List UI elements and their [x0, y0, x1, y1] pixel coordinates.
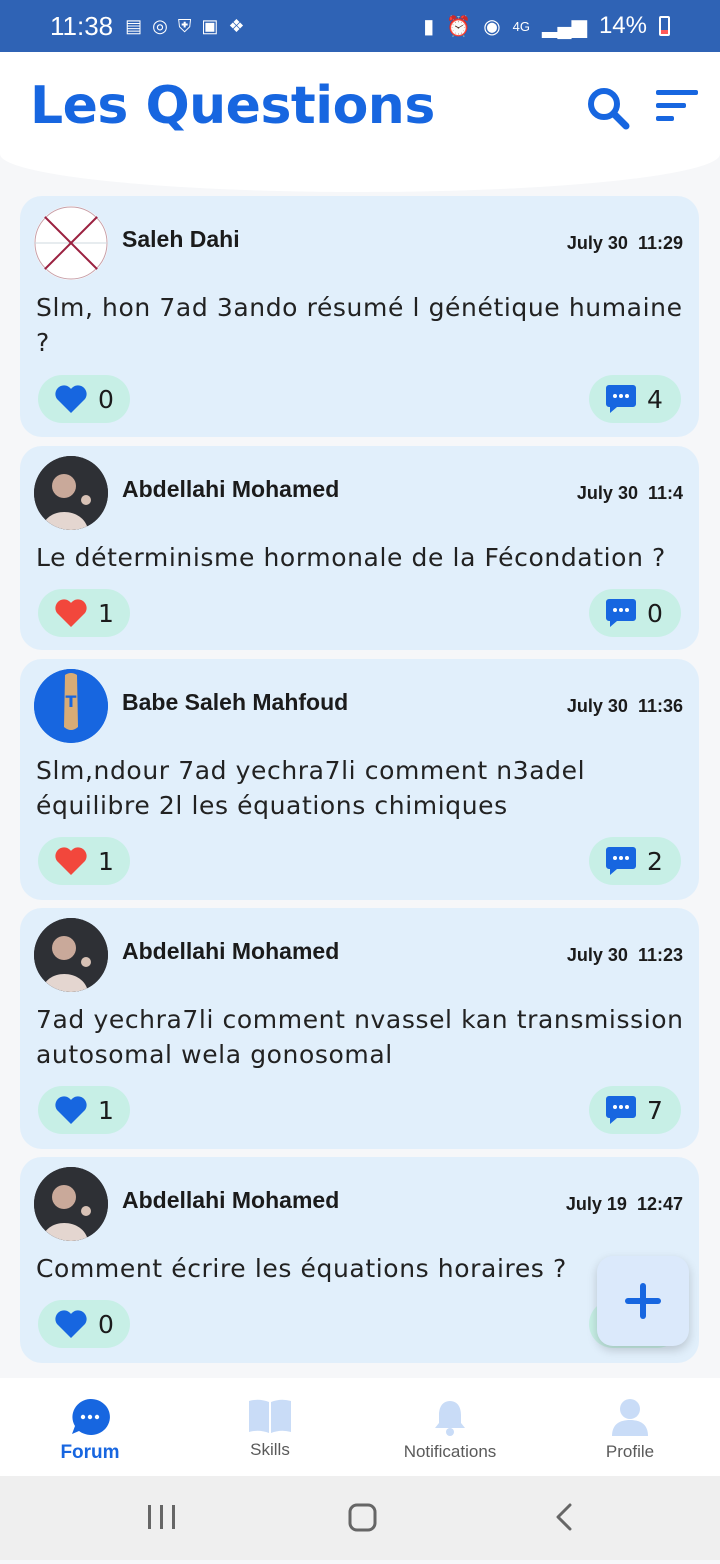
sort-icon: [656, 90, 698, 121]
recent-apps-icon: [148, 1505, 175, 1529]
comment-button[interactable]: 2: [589, 837, 681, 885]
author-name: Saleh Dahi: [122, 226, 240, 252]
search-icon: [588, 88, 630, 130]
like-button[interactable]: 1: [38, 837, 130, 885]
battery-percent: 14%: [598, 12, 647, 39]
heart-icon: [55, 385, 87, 413]
like-button[interactable]: 0: [38, 375, 130, 423]
heart-icon: [55, 847, 87, 875]
sync-icon: ◎: [152, 15, 168, 36]
broken-image-icon: [34, 206, 108, 280]
comment-button[interactable]: 7: [589, 1086, 681, 1134]
like-count: 0: [98, 384, 114, 414]
question-text: Slm,ndour 7ad yechra7li comment n3adel é…: [36, 756, 586, 820]
shield-icon: ⛨: [177, 15, 192, 36]
comment-count: 0: [647, 598, 663, 628]
question-card[interactable]: Abdellahi Mohamed July 30 11:4 Le déterm…: [20, 446, 699, 650]
letter-t-avatar-icon: T: [34, 669, 108, 743]
post-date: July 30 11:36: [566, 696, 683, 716]
post-date: July 30 11:4: [576, 483, 683, 503]
dropbox-icon: ❖: [228, 15, 245, 36]
hotspot-icon: ◉: [483, 15, 501, 38]
system-nav-bar: [0, 1476, 720, 1560]
avatar[interactable]: [34, 456, 108, 530]
comment-icon: [606, 847, 636, 875]
nav-item-profile[interactable]: Profile: [540, 1378, 720, 1476]
question-card[interactable]: T Babe Saleh Mahfoud July 30 11:36 Slm,n…: [20, 659, 699, 900]
avatar[interactable]: [34, 918, 108, 992]
avatar[interactable]: [34, 206, 108, 280]
user-photo-icon: [34, 1167, 108, 1241]
post-date: July 19 12:47: [565, 1194, 683, 1214]
comment-icon: [606, 385, 636, 413]
nav-item-forum[interactable]: Forum: [0, 1378, 180, 1476]
post-date: July 30 11:23: [566, 945, 683, 965]
book-icon: [249, 1399, 291, 1433]
like-count: 1: [98, 598, 114, 628]
add-question-button[interactable]: [597, 1256, 689, 1346]
heart-icon: [55, 1310, 87, 1338]
comment-count: 2: [647, 846, 663, 876]
notification-icons: ▤ ◎ ⛨ ▣ ❖: [125, 16, 244, 37]
like-count: 1: [98, 846, 114, 876]
question-card[interactable]: Abdellahi Mohamed July 30 11:23 7ad yech…: [20, 908, 699, 1149]
person-icon: [612, 1399, 648, 1436]
avatar[interactable]: [34, 1167, 108, 1241]
search-button[interactable]: [584, 84, 632, 132]
message-icon: ▤: [125, 15, 143, 36]
bottom-nav: Forum Skills Notifications Profile: [0, 1378, 720, 1476]
nav-label: Notifications: [403, 1442, 497, 1461]
filter-button[interactable]: [654, 88, 700, 124]
question-text: Le déterminisme hormonale de la Fécondat…: [36, 543, 666, 572]
author-name: Abdellahi Mohamed: [122, 1187, 340, 1213]
avatar[interactable]: T: [34, 669, 108, 743]
user-photo-icon: [34, 918, 108, 992]
app-header: Les Questions: [0, 52, 720, 192]
nav-label: Skills: [250, 1440, 290, 1459]
like-button[interactable]: 0: [38, 1300, 130, 1348]
user-photo-icon: [34, 456, 108, 530]
signal-icon: ▂▄▆: [542, 15, 587, 38]
author-name: Abdellahi Mohamed: [122, 476, 340, 502]
like-count: 0: [98, 1309, 114, 1339]
post-date: July 30 11:29: [566, 233, 683, 253]
alarm-icon: ⏰: [446, 15, 472, 38]
heart-icon: [55, 1096, 87, 1124]
page-title: Les Questions: [30, 76, 435, 136]
question-text: Slm, hon 7ad 3ando résumé l génétique hu…: [36, 293, 683, 357]
chat-bubble-icon: [72, 1398, 110, 1435]
comment-icon: [606, 1096, 636, 1124]
comment-button[interactable]: 4: [589, 375, 681, 423]
question-text: 7ad yechra7li comment nvassel kan transm…: [36, 1005, 684, 1069]
like-button[interactable]: 1: [38, 1086, 130, 1134]
svg-text:T: T: [66, 692, 77, 711]
author-name: Abdellahi Mohamed: [122, 938, 340, 964]
back-icon: [556, 1503, 572, 1531]
home-icon: [348, 1503, 377, 1532]
nav-item-notifications[interactable]: Notifications: [360, 1378, 540, 1476]
battery-icon: [659, 16, 670, 36]
status-bar: 11:38 ▤ ◎ ⛨ ▣ ❖ ▮ ⏰ ◉ 4G ▂▄▆ 14%: [0, 0, 720, 52]
like-count: 1: [98, 1095, 114, 1125]
system-nav-icons: [148, 1503, 572, 1532]
nav-item-skills[interactable]: Skills: [180, 1378, 360, 1476]
comment-icon: [606, 599, 636, 627]
comment-count: 4: [647, 384, 663, 414]
question-text: Comment écrire les équations horaires ?: [36, 1254, 567, 1283]
battery-saver-icon: ▮: [423, 15, 435, 38]
question-card[interactable]: Saleh Dahi July 30 11:29 Slm, hon 7ad 3a…: [20, 196, 699, 437]
comment-count: 7: [647, 1095, 663, 1125]
plus-icon: [625, 1283, 661, 1319]
gallery-icon: ▣: [201, 15, 219, 36]
comment-button[interactable]: 0: [589, 589, 681, 637]
bell-icon: [435, 1401, 465, 1436]
nav-label: Profile: [605, 1442, 655, 1461]
author-name: Babe Saleh Mahfoud: [122, 689, 349, 715]
heart-icon: [55, 599, 87, 627]
like-button[interactable]: 1: [38, 589, 130, 637]
status-right: ▮ ⏰ ◉ 4G ▂▄▆ 14%: [423, 12, 670, 40]
nav-label: Forum: [60, 1442, 120, 1463]
status-time: 11:38: [50, 10, 114, 41]
network-type: 4G: [512, 18, 531, 34]
